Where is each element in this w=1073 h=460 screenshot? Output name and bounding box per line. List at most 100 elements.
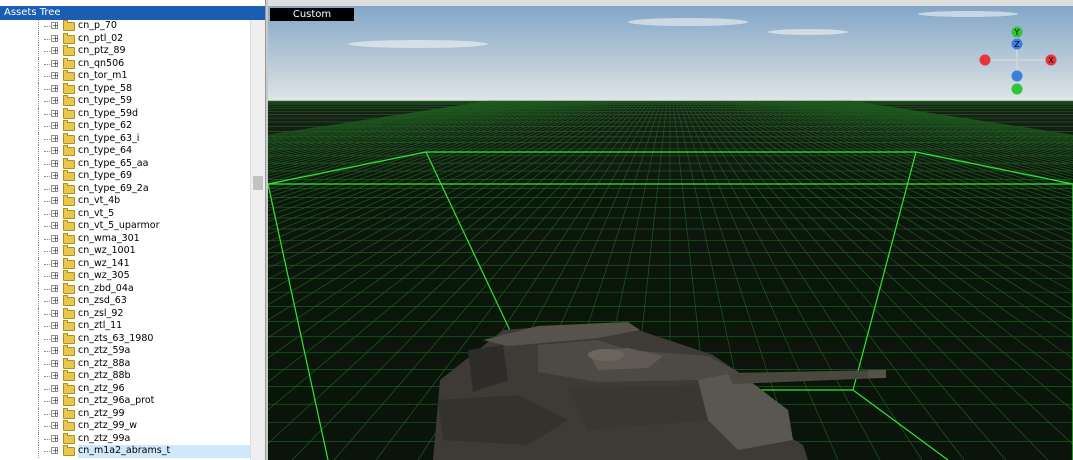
expand-plus-icon[interactable]: +	[51, 422, 59, 430]
expand-plus-icon[interactable]: +	[51, 322, 59, 330]
tree-item[interactable]: + cn_ztz_96a_prot	[0, 395, 250, 408]
expand-plus-icon[interactable]: +	[51, 409, 59, 417]
expand-plus-icon[interactable]: +	[51, 309, 59, 317]
tree-item[interactable]: + cn_type_58	[0, 82, 250, 95]
tree-item[interactable]: + cn_tor_m1	[0, 70, 250, 83]
folder-icon	[63, 57, 75, 69]
expand-plus-icon[interactable]: +	[51, 59, 59, 67]
tree-item[interactable]: + cn_wma_301	[0, 232, 250, 245]
tree-item-label: cn_qn506	[78, 57, 125, 69]
gizmo-neg-z-handle	[1011, 70, 1023, 82]
tree-item[interactable]: + cn_ztz_99_w	[0, 420, 250, 433]
tree-branch-line	[44, 363, 50, 365]
folder-icon	[63, 220, 75, 231]
tree-item[interactable]: + cn_type_69	[0, 170, 250, 183]
tree-branch-line	[44, 63, 50, 65]
tree-guide-line	[38, 145, 40, 158]
tree-item[interactable]: + cn_vt_4b	[0, 195, 250, 208]
expand-plus-icon[interactable]: +	[51, 234, 59, 242]
tree-item[interactable]: + cn_ptz_89	[0, 45, 250, 58]
tree-guide-line	[38, 182, 40, 195]
tree-item[interactable]: + cn_type_59d	[0, 107, 250, 120]
tree-item[interactable]: + cn_wz_141	[0, 257, 250, 270]
tree-item[interactable]: + cn_qn506	[0, 57, 250, 70]
tree-item[interactable]: + cn_type_65_aa	[0, 157, 250, 170]
tree-item[interactable]: + cn_type_64	[0, 145, 250, 158]
tree-item[interactable]: + cn_vt_5_uparmor	[0, 220, 250, 233]
tree-item[interactable]: + cn_zsd_63	[0, 295, 250, 308]
tree-item[interactable]: + cn_vt_5	[0, 207, 250, 220]
tree-scrollbar[interactable]	[250, 20, 265, 460]
scene-render[interactable]: Y Z X	[268, 0, 1073, 460]
tree-branch-line	[44, 138, 50, 140]
tree-item[interactable]: + cn_ptl_02	[0, 32, 250, 45]
tree-branch-line	[44, 301, 50, 302]
expand-plus-icon[interactable]: +	[51, 97, 59, 105]
tree-item-label: cn_type_62	[78, 120, 133, 131]
expand-plus-icon[interactable]: +	[51, 22, 59, 30]
tree-item[interactable]: + cn_ztz_88b	[0, 370, 250, 383]
tree-item-label: cn_type_63_i	[78, 132, 140, 144]
tree-item-label: cn_vt_5_uparmor	[78, 220, 160, 231]
expand-plus-icon[interactable]: +	[51, 347, 59, 355]
tree-item[interactable]: + cn_ztz_99	[0, 407, 250, 420]
tree-branch-line	[44, 288, 50, 290]
tree-branch-line	[44, 188, 50, 190]
tree-guide-line	[38, 132, 40, 145]
tree-item-label: cn_wz_305	[78, 270, 130, 281]
expand-plus-icon[interactable]: +	[51, 259, 59, 267]
tree-item[interactable]: + cn_ztz_88a	[0, 357, 250, 370]
camera-mode-tab[interactable]: Custom	[270, 8, 354, 21]
tree-item[interactable]: + cn_wz_1001	[0, 245, 250, 258]
tree-item[interactable]: + cn_ztl_11	[0, 320, 250, 333]
tree-item[interactable]: + cn_zts_63_1980	[0, 332, 250, 345]
expand-plus-icon[interactable]: +	[51, 447, 59, 455]
expand-plus-icon[interactable]: +	[51, 197, 59, 205]
expand-plus-icon[interactable]: +	[51, 334, 59, 342]
tree-branch-line	[44, 388, 50, 390]
tree-item[interactable]: + cn_zbd_04a	[0, 282, 250, 295]
expand-plus-icon[interactable]: +	[51, 384, 59, 392]
expand-plus-icon[interactable]: +	[51, 122, 59, 130]
assets-tree-title: Assets Tree	[0, 6, 265, 20]
tree-item-label: cn_ztz_59a	[78, 345, 131, 356]
expand-plus-icon[interactable]: +	[51, 359, 59, 367]
expand-plus-icon[interactable]: +	[51, 372, 59, 380]
expand-plus-icon[interactable]: +	[51, 47, 59, 55]
folder-icon	[63, 32, 75, 44]
expand-plus-icon[interactable]: +	[51, 147, 59, 155]
expand-plus-icon[interactable]: +	[51, 247, 59, 255]
expand-plus-icon[interactable]: +	[51, 159, 59, 167]
expand-plus-icon[interactable]: +	[51, 272, 59, 280]
tree-item[interactable]: + cn_type_62	[0, 120, 250, 133]
expand-plus-icon[interactable]: +	[51, 297, 59, 305]
expand-plus-icon[interactable]: +	[51, 72, 59, 80]
tree-item[interactable]: + cn_ztz_99a	[0, 432, 250, 445]
tree-item[interactable]: + cn_ztz_96	[0, 382, 250, 395]
tree-item[interactable]: + cn_type_63_i	[0, 132, 250, 145]
expand-plus-icon[interactable]: +	[51, 209, 59, 217]
tree-item[interactable]: + cn_type_59	[0, 95, 250, 108]
expand-plus-icon[interactable]: +	[51, 34, 59, 42]
expand-plus-icon[interactable]: +	[51, 109, 59, 117]
expand-plus-icon[interactable]: +	[51, 184, 59, 192]
expand-plus-icon[interactable]: +	[51, 397, 59, 405]
expand-plus-icon[interactable]: +	[51, 172, 59, 180]
tree-item[interactable]: + cn_m1a2_abrams_t	[0, 445, 250, 458]
tree-item[interactable]: + cn_p_70	[0, 20, 250, 33]
tree-guide-line	[38, 445, 40, 458]
expand-plus-icon[interactable]: +	[51, 222, 59, 230]
scene-viewport[interactable]: Y Z X Custom	[268, 0, 1073, 460]
expand-plus-icon[interactable]: +	[51, 84, 59, 92]
tree-guide-line	[38, 82, 40, 95]
tree-item[interactable]: + cn_wz_305	[0, 270, 250, 283]
expand-plus-icon[interactable]: +	[51, 434, 59, 442]
folder-icon	[63, 270, 75, 281]
tree-item[interactable]: + cn_ztz_59a	[0, 345, 250, 358]
expand-plus-icon[interactable]: +	[51, 284, 59, 292]
tree-item[interactable]: + cn_zsl_92	[0, 307, 250, 320]
expand-plus-icon[interactable]: +	[51, 134, 59, 142]
folder-icon	[63, 357, 75, 369]
tree-item[interactable]: + cn_type_69_2a	[0, 182, 250, 195]
tree-scrollbar-thumb[interactable]	[253, 176, 263, 190]
